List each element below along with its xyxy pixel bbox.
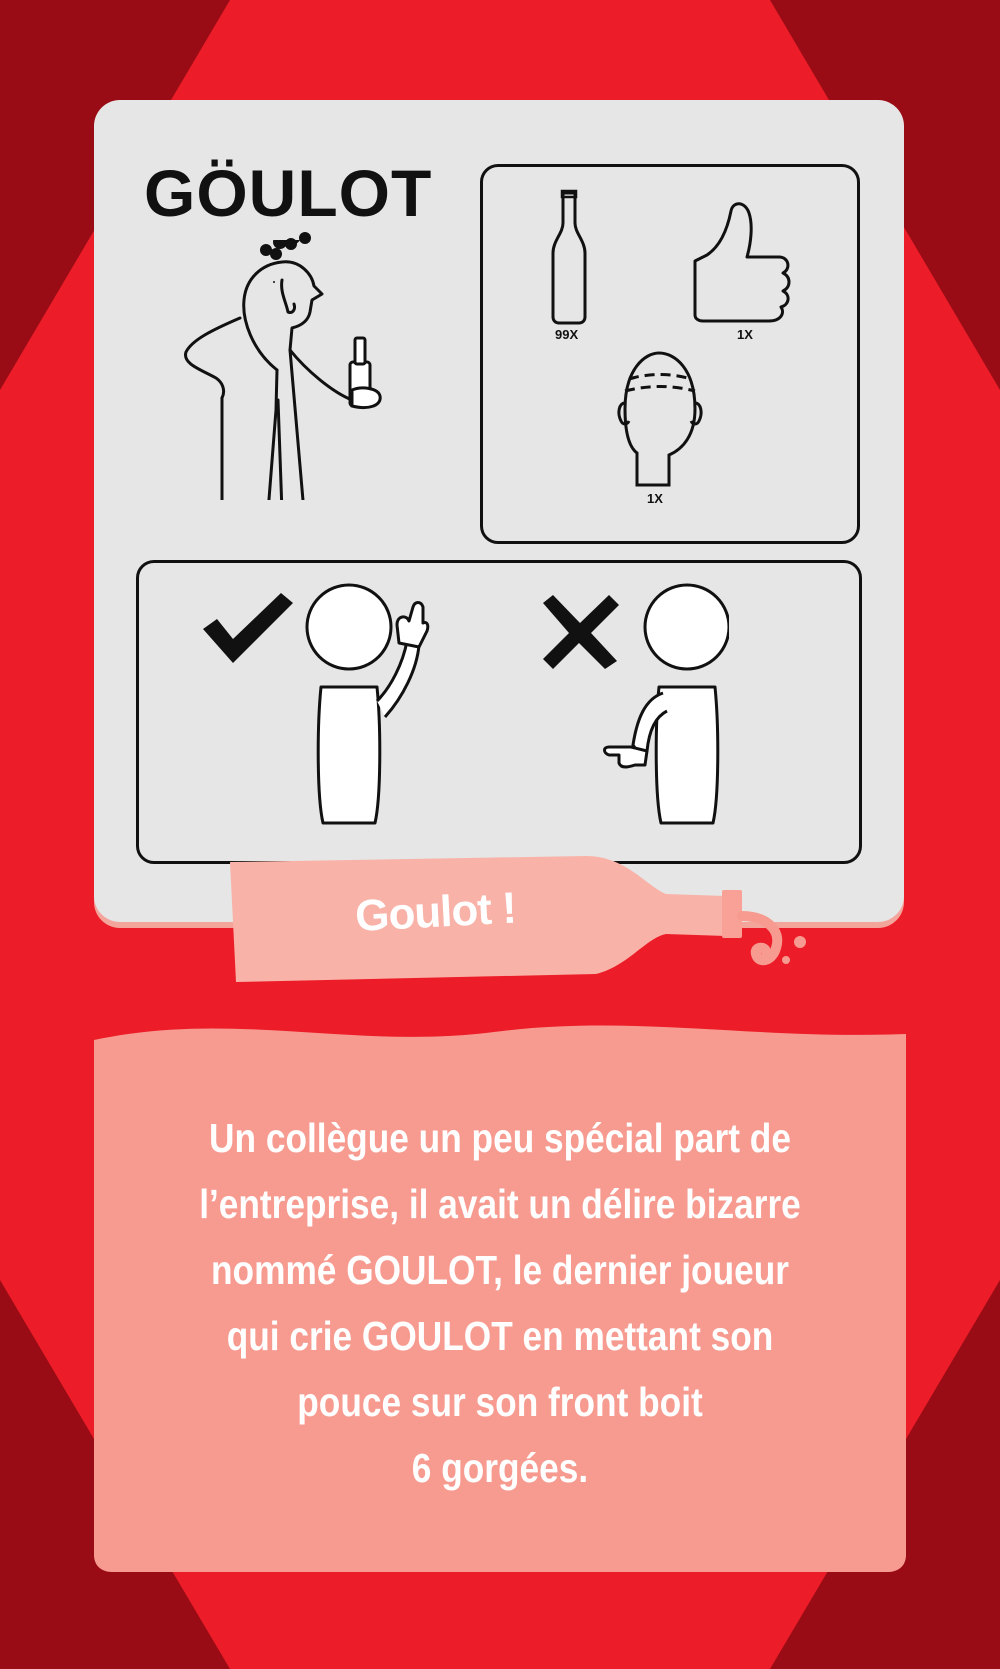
instruction-panel: GÖULOT 99X 1X 1X — [94, 100, 904, 922]
do-dont-box — [136, 560, 862, 864]
description-text: Un collègue un peu spécial part de l’ent… — [182, 1105, 818, 1501]
description-line: 6 gorgées. — [411, 1445, 589, 1491]
thumb-quantity: 1X — [737, 327, 753, 342]
thumbs-up-icon — [693, 202, 791, 323]
bottle-label: Goulot ! — [354, 883, 517, 941]
description-line: nommé GOULOT, le dernier joueur — [211, 1247, 789, 1293]
description-line: qui crie GOULOT en mettant son — [226, 1313, 774, 1359]
description-line: l’entreprise, il avait un délire bizarre — [199, 1181, 801, 1227]
wrong-pose-figure — [603, 583, 729, 825]
bubbles-icon — [270, 232, 311, 260]
required-items-box: 99X 1X 1X — [480, 164, 860, 544]
bottle-quantity: 99X — [555, 327, 579, 342]
head-icon — [617, 351, 703, 487]
description-line: Un collègue un peu spécial part de — [209, 1115, 791, 1161]
correct-pose-figure — [305, 583, 430, 825]
checkmark-icon — [203, 593, 293, 663]
description-line: pouce sur son front boit — [297, 1379, 703, 1425]
head-quantity: 1X — [647, 491, 663, 506]
beer-bottle-icon — [551, 189, 587, 325]
card-title: GÖULOT — [144, 156, 433, 230]
drinking-man-illustration — [184, 240, 382, 500]
game-card: GÖULOT 99X 1X 1X Goulot ! Un collègue un… — [0, 0, 1000, 1669]
